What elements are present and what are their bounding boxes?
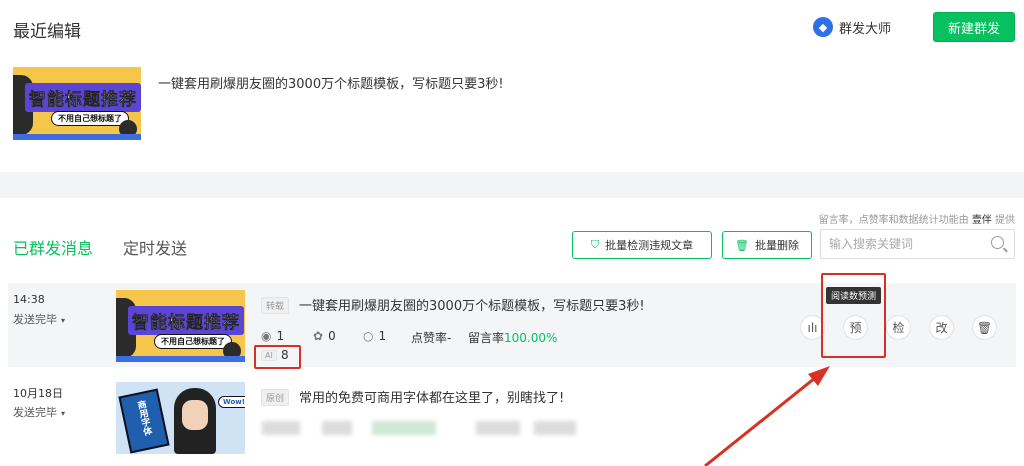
message-status[interactable]: 发送完毕 ▾: [13, 404, 65, 420]
message-thumbnail[interactable]: 商用字体 Wow!: [116, 382, 245, 454]
tab-scheduled[interactable]: 定时发送: [123, 235, 187, 259]
chevron-down-icon: ▾: [61, 316, 66, 325]
new-broadcast-button[interactable]: 新建群发: [933, 12, 1015, 42]
reads-metric: ◉ 1: [261, 329, 284, 343]
stat-note-brand[interactable]: 壹伴: [972, 215, 992, 226]
recent-edits-panel: 最近编辑 ◆ 群发大师 新建群发 智能标题推荐 不用自己想标题了 一键套用刷爆朋…: [0, 0, 1024, 172]
thumb-stripe: [116, 356, 245, 362]
thumb-stripe: [13, 134, 141, 140]
annotation-arrow: [704, 366, 830, 466]
message-title-link[interactable]: 一键套用刷爆朋友圈的3000万个标题模板，写标题只要3秒!: [299, 295, 645, 314]
original-tag: 原创: [261, 389, 290, 406]
reads-count: 1: [276, 329, 285, 343]
arrow-shaft: [704, 372, 821, 466]
trash-icon: 🗑: [976, 320, 993, 335]
eye-icon: ◉: [261, 329, 272, 343]
check-icon: 检: [892, 321, 905, 335]
blurred-metric: [372, 421, 436, 435]
chevron-down-icon: ▾: [61, 409, 66, 418]
shield-icon: ⛉: [590, 238, 600, 251]
repost-tag: 转载: [261, 297, 290, 314]
thumb-subtitle: 不用自己想标题了: [154, 334, 232, 349]
search-icon[interactable]: [991, 236, 1004, 249]
section-title: 最近编辑: [13, 22, 81, 42]
stat-credit-note: 留言率，点赞率和数据统计功能由 壹伴 提供: [819, 211, 1015, 226]
search-box[interactable]: [820, 229, 1015, 259]
comments-metric[interactable]: ○ 1: [363, 329, 386, 343]
thumb-title: 智能标题推荐: [25, 83, 141, 112]
batch-delete-button[interactable]: 🗑 批量删除: [722, 231, 812, 259]
blurred-metric: [476, 421, 520, 435]
comments-count: 1: [378, 329, 387, 343]
predict-annotation-box: [821, 273, 886, 358]
message-status-label: 发送完毕: [13, 313, 57, 326]
batch-detect-button[interactable]: ⛉ 批量检测违规文章: [572, 231, 712, 259]
blurred-metric: [262, 421, 300, 435]
check-button[interactable]: 检: [886, 315, 911, 340]
share-icon: ✿: [313, 329, 324, 343]
book-text: 商用字体: [134, 399, 153, 437]
edit-icon: 改: [935, 321, 948, 335]
blurred-metric: [322, 421, 352, 435]
face-illustration: [182, 400, 208, 430]
comment-rate-label: 留言率: [468, 331, 505, 345]
shares-count: 0: [328, 329, 336, 343]
message-time: 10月18日: [13, 387, 63, 400]
book-illustration: 商用字体: [118, 388, 170, 454]
edit-button[interactable]: 改: [929, 315, 954, 340]
blurred-metric: [534, 421, 576, 435]
batch-detect-label: 批量检测违规文章: [605, 239, 694, 252]
draft-thumbnail[interactable]: 智能标题推荐 不用自己想标题了: [13, 67, 141, 140]
ai-prediction-highlight: AI 8: [254, 345, 301, 369]
thumb-subtitle: 不用自己想标题了: [51, 111, 129, 126]
thumb-title: 智能标题推荐: [128, 306, 244, 335]
message-status[interactable]: 发送完毕 ▾: [13, 311, 65, 327]
brand-name: 群发大师: [839, 21, 892, 37]
brand-logo-icon: ◆: [813, 17, 833, 37]
message-thumbnail[interactable]: 智能标题推荐 不用自己想标题了: [116, 290, 245, 362]
brand-link[interactable]: ◆ 群发大师: [813, 17, 891, 37]
search-input[interactable]: [821, 230, 981, 258]
batch-delete-label: 批量删除: [754, 239, 799, 252]
draft-title-link[interactable]: 一键套用刷爆朋友圈的3000万个标题模板，写标题只要3秒!: [158, 73, 504, 92]
predict-tooltip: 阅读数预测: [826, 287, 882, 304]
speech-bubble: Wow!: [218, 396, 245, 408]
stat-note-prefix: 留言率，点赞率和数据统计功能由: [818, 215, 969, 226]
like-rate: 点赞率-: [411, 331, 452, 345]
tab-sent-messages[interactable]: 已群发消息: [13, 235, 93, 259]
trash-icon: 🗑: [735, 238, 749, 252]
comment-icon: ○: [363, 329, 374, 343]
ai-predicted-value: 8: [281, 348, 289, 362]
delete-button[interactable]: 🗑: [972, 315, 997, 340]
message-status-label: 发送完毕: [13, 406, 57, 419]
bar-chart-icon: ılı: [807, 320, 818, 335]
message-time: 14:38: [13, 293, 45, 306]
ai-badge-icon: AI: [261, 350, 277, 361]
comment-rate-metric: 留言率 100.00%: [468, 329, 557, 346]
comment-rate-value: 100.00%: [504, 330, 558, 345]
stat-note-suffix: 提供: [995, 215, 1015, 226]
shares-metric: ✿ 0: [313, 329, 336, 343]
arrow-head: [808, 366, 830, 386]
message-title-link[interactable]: 常用的免费可商用字体都在这里了，别瞎找了!: [299, 387, 564, 406]
